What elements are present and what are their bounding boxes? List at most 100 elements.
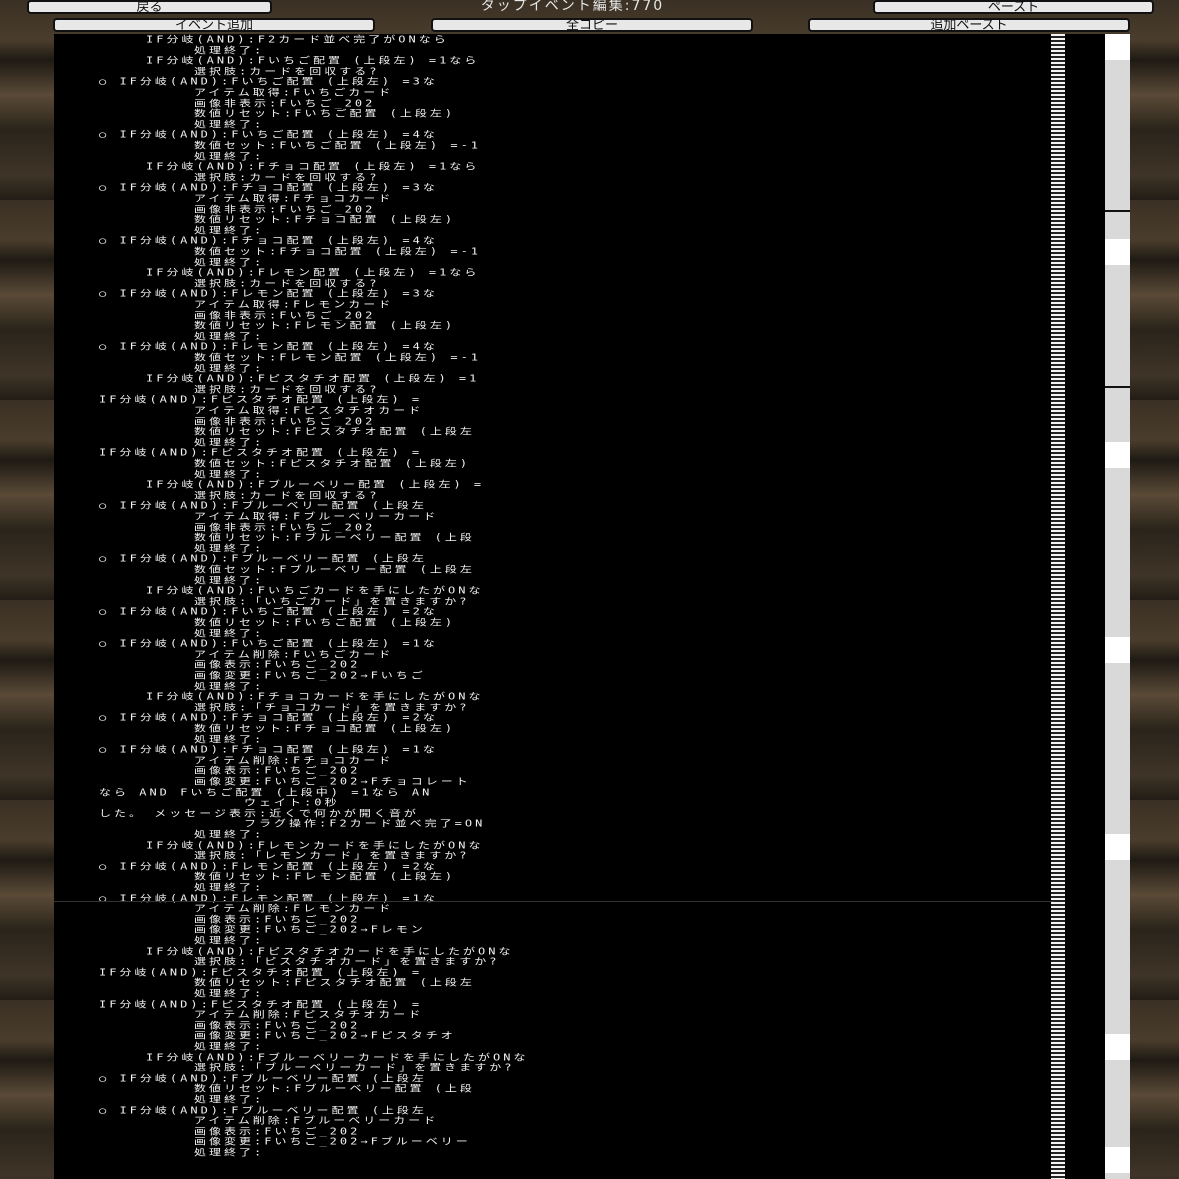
event-line[interactable]: 数値リセット:Fいちご配置 (上段左) bbox=[194, 108, 455, 119]
event-line[interactable]: 画像非表示:Fいちご_202 bbox=[194, 416, 375, 427]
event-line[interactable]: ○ IF分岐(AND):Fチョコ配置 (上段左) =4な bbox=[99, 235, 438, 246]
event-line[interactable]: 数値リセット:Fチョコ配置 (上段左) bbox=[194, 214, 455, 225]
event-line[interactable]: 処理終了: bbox=[194, 1041, 264, 1052]
list-divider bbox=[54, 901, 1054, 902]
strip-marker bbox=[1105, 1147, 1130, 1173]
event-line[interactable]: 処理終了: bbox=[194, 151, 264, 162]
event-line[interactable]: 画像変更:Fいちご_202→Fレモン bbox=[194, 924, 426, 935]
event-line[interactable]: 数値リセット:Fレモン配置 (上段左) bbox=[194, 871, 455, 882]
event-line[interactable]: 数値セット:Fブルーベリー配置 (上段左 bbox=[194, 564, 475, 575]
event-line[interactable]: ○ IF分岐(AND):Fいちご配置 (上段左) =3な bbox=[99, 76, 438, 87]
event-line[interactable]: ○ IF分岐(AND):Fチョコ配置 (上段左) =2な bbox=[99, 712, 438, 723]
event-list[interactable]: IF分岐(AND):F2カード並べ完了がONなら 処理終了: IF分岐(AND):F… bbox=[54, 34, 1130, 1179]
event-line[interactable]: 画像非表示:Fいちご_202 bbox=[194, 204, 375, 215]
event-line[interactable]: 数値リセット:Fチョコ配置 (上段左) bbox=[194, 723, 455, 734]
event-line[interactable]: アイテム取得:Fいちごカード bbox=[194, 87, 393, 98]
event-line[interactable]: 数値リセット:Fブルーベリー配置 (上段 bbox=[194, 532, 475, 543]
event-line[interactable]: 処理終了: bbox=[194, 363, 264, 374]
event-line[interactable]: ○ IF分岐(AND):Fいちご配置 (上段左) =2な bbox=[99, 606, 438, 617]
strip-marker bbox=[1105, 34, 1130, 60]
event-line[interactable]: ○ IF分岐(AND):Fブルーベリー配置 (上段左 bbox=[99, 500, 427, 511]
list-scrollbar[interactable] bbox=[1051, 34, 1065, 1179]
event-line[interactable]: 処理終了: bbox=[194, 45, 264, 56]
event-line[interactable]: 処理終了: bbox=[194, 628, 264, 639]
event-line[interactable]: IF分岐(AND):Fブルーベリー配置 (上段左) = bbox=[146, 479, 484, 490]
event-line[interactable]: 処理終了: bbox=[194, 575, 264, 586]
event-line[interactable]: 処理終了: bbox=[194, 469, 264, 480]
event-line[interactable]: 画像表示:Fいちご_202 bbox=[194, 765, 360, 776]
event-line[interactable]: 数値セット:Fレモン配置 (上段左) =-1 bbox=[194, 352, 481, 363]
event-line[interactable]: 数値リセット:Fピスタチオ配置 (上段左 bbox=[194, 977, 475, 988]
event-line[interactable]: IF分岐(AND):Fいちごカードを手にしたがONな bbox=[146, 585, 483, 596]
event-line[interactable]: アイテム削除:Fレモンカード bbox=[194, 903, 393, 914]
event-line[interactable]: 画像変更:Fいちご_202→Fピスタチオ bbox=[194, 1030, 456, 1041]
page-title: タップイベント編集:770 bbox=[480, 0, 665, 14]
event-line[interactable]: 数値セット:Fピスタチオ配置 (上段左) bbox=[194, 458, 470, 469]
event-line[interactable]: アイテム削除:Fピスタチオカード bbox=[194, 1009, 423, 1020]
event-line[interactable]: ○ IF分岐(AND):Fブルーベリー配置 (上段左 bbox=[99, 553, 427, 564]
event-line[interactable]: 処理終了: bbox=[194, 257, 264, 268]
back-button[interactable]: 戻る bbox=[27, 0, 272, 14]
add-event-button[interactable]: イベント追加 bbox=[53, 18, 375, 32]
event-line[interactable]: 数値セット:Fいちご配置 (上段左) =-1 bbox=[194, 140, 481, 151]
event-line[interactable]: 選択肢:「ブルーベリーカード」を置きますか? bbox=[194, 1062, 514, 1073]
event-line[interactable]: 処理終了: bbox=[194, 681, 264, 692]
event-line[interactable]: IF分岐(AND):F2カード並べ完了がONなら bbox=[146, 34, 449, 45]
event-line[interactable]: アイテム削除:Fブルーベリーカード bbox=[194, 1115, 438, 1126]
event-line[interactable]: アイテム取得:Fチョコカード bbox=[194, 193, 393, 204]
event-line[interactable]: 選択肢:「レモンカード」を置きますか? bbox=[194, 850, 469, 861]
strip-marker bbox=[1105, 442, 1130, 468]
event-line[interactable]: 処理終了: bbox=[194, 935, 264, 946]
strip-divider bbox=[1105, 210, 1130, 212]
event-line[interactable]: ○ IF分岐(AND):Fいちご配置 (上段左) =1な bbox=[99, 638, 438, 649]
event-line[interactable]: IF分岐(AND):Fレモンカードを手にしたがONな bbox=[146, 840, 483, 851]
event-line[interactable]: IF分岐(AND):Fレモン配置 (上段左) =1なら bbox=[146, 267, 479, 278]
event-line[interactable]: 画像変更:Fいちご_202→Fチョコレート bbox=[194, 776, 471, 787]
event-line[interactable]: IF分岐(AND):Fチョコ配置 (上段左) =1なら bbox=[146, 161, 479, 172]
event-line[interactable]: IF分岐(AND):Fいちご配置 (上段左) =1なら bbox=[146, 55, 479, 66]
side-strip[interactable] bbox=[1105, 34, 1130, 1179]
event-line[interactable]: アイテム取得:Fレモンカード bbox=[194, 299, 393, 310]
event-line[interactable]: 処理終了: bbox=[194, 1094, 264, 1105]
event-line[interactable]: 処理終了: bbox=[194, 882, 264, 893]
event-line[interactable]: ○ IF分岐(AND):Fチョコ配置 (上段左) =1な bbox=[99, 744, 438, 755]
event-line[interactable]: IF分岐(AND):Fピスタチオ配置 (上段左) = bbox=[99, 999, 422, 1010]
event-line[interactable]: アイテム取得:Fブルーベリーカード bbox=[194, 511, 438, 522]
event-line[interactable]: 画像変更:Fいちご_202→Fいちご bbox=[194, 670, 426, 681]
event-line[interactable]: IF分岐(AND):Fピスタチオ配置 (上段左) =1 bbox=[146, 373, 479, 384]
event-line[interactable]: IF分岐(AND):Fピスタチオ配置 (上段左) = bbox=[99, 447, 422, 458]
event-line[interactable]: 選択肢:「ピスタチオカード」を置きますか? bbox=[194, 956, 499, 967]
event-line[interactable]: 数値リセット:Fレモン配置 (上段左) bbox=[194, 320, 455, 331]
add-paste-button[interactable]: 追加ペースト bbox=[808, 18, 1130, 32]
copy-all-button[interactable]: 全コピー bbox=[431, 18, 753, 32]
event-line[interactable]: ○ IF分岐(AND):Fチョコ配置 (上段左) =3な bbox=[99, 182, 438, 193]
event-line[interactable]: 画像非表示:Fいちご_202 bbox=[194, 98, 375, 109]
event-line[interactable]: ○ IF分岐(AND):Fレモン配置 (上段左) =3な bbox=[99, 288, 438, 299]
event-line[interactable]: 数値リセット:Fいちご配置 (上段左) bbox=[194, 617, 455, 628]
event-line[interactable]: ○ IF分岐(AND):Fブルーベリー配置 (上段左 bbox=[99, 1105, 427, 1116]
event-line[interactable]: 画像非表示:Fいちご_202 bbox=[194, 522, 375, 533]
event-line[interactable]: 画像非表示:Fいちご_202 bbox=[194, 310, 375, 321]
event-line[interactable]: 数値セット:Fチョコ配置 (上段左) =-1 bbox=[194, 246, 481, 257]
event-line[interactable]: 画像表示:Fいちご_202 bbox=[194, 659, 360, 670]
event-line[interactable]: IF分岐(AND):Fブルーベリーカードを手にしたがONな bbox=[146, 1052, 528, 1063]
event-line[interactable]: IF分岐(AND):Fピスタチオカードを手にしたがONな bbox=[146, 946, 513, 957]
event-line[interactable]: なら AND Fいちご配置 (上段中) =1なら AN bbox=[99, 787, 432, 798]
event-line[interactable]: フラグ操作:F2カード並べ完了=ON bbox=[244, 818, 485, 829]
event-line[interactable]: IF分岐(AND):Fチョコカードを手にしたがONな bbox=[146, 691, 483, 702]
event-line[interactable]: 処理終了: bbox=[194, 829, 264, 840]
event-line[interactable]: アイテム取得:Fピスタチオカード bbox=[194, 405, 423, 416]
event-line[interactable]: IF分岐(AND):Fピスタチオ配置 (上段左) = bbox=[99, 394, 422, 405]
event-line[interactable]: 処理終了: bbox=[194, 1147, 264, 1158]
event-line[interactable]: 画像変更:Fいちご_202→Fブルーベリー bbox=[194, 1136, 471, 1147]
paste-button[interactable]: ペースト bbox=[873, 0, 1154, 14]
event-line[interactable]: 処理終了: bbox=[194, 734, 264, 745]
event-line[interactable]: 処理終了: bbox=[194, 988, 264, 999]
event-line[interactable]: ○ IF分岐(AND):Fレモン配置 (上段左) =4な bbox=[99, 341, 438, 352]
event-line[interactable]: 数値リセット:Fブルーベリー配置 (上段 bbox=[194, 1083, 475, 1094]
event-line[interactable]: ウェイト:0秒 bbox=[244, 797, 339, 808]
strip-marker bbox=[1105, 834, 1130, 860]
strip-marker bbox=[1105, 239, 1130, 265]
event-line[interactable]: ○ IF分岐(AND):Fいちご配置 (上段左) =4な bbox=[99, 129, 438, 140]
event-line[interactable]: 数値リセット:Fピスタチオ配置 (上段左 bbox=[194, 426, 475, 437]
